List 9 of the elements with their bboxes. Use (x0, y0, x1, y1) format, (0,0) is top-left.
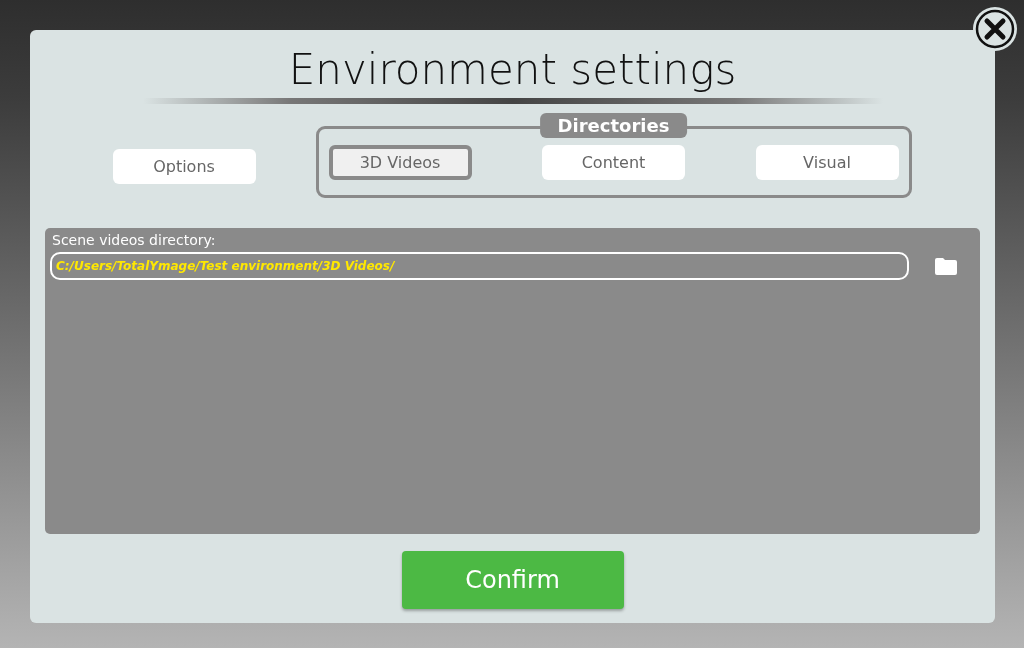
tab[interactable]: Visual (755, 144, 899, 180)
close-icon (975, 9, 1015, 49)
dialog-title: Environment settings (288, 44, 737, 96)
tab[interactable]: 3D Videos (328, 144, 472, 180)
group-label: Directories (539, 113, 688, 138)
tab[interactable]: Options (112, 149, 256, 184)
tab[interactable]: Content (542, 144, 685, 180)
folder-icon[interactable] (935, 257, 957, 275)
field-label: Scene videos directory: (51, 232, 217, 248)
